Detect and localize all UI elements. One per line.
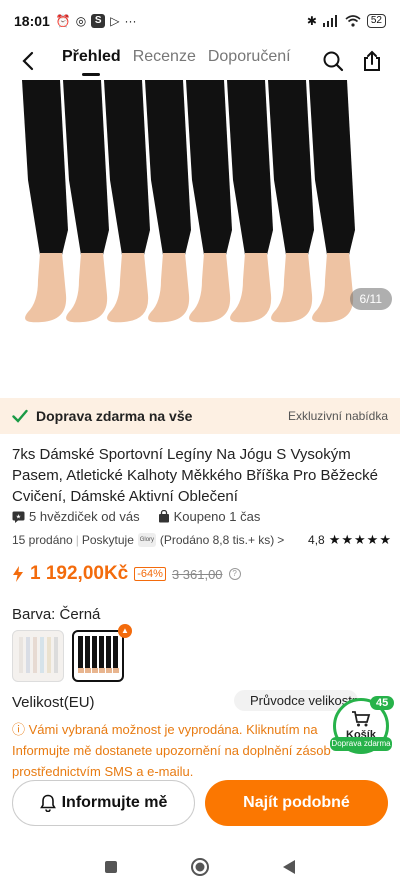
current-price: 1 192,00Kč <box>30 563 129 584</box>
discount-badge: -64% <box>134 567 166 581</box>
rating-value: 4,8 <box>308 533 325 547</box>
price-info-icon[interactable]: ? <box>228 568 241 580</box>
free-shipping-banner[interactable]: Doprava zdarma na vše Exkluzivní nabídka <box>0 398 400 434</box>
cart-free-shipping-label: Doprava zdarma <box>330 737 392 751</box>
price-row: 1 192,00Kč -64% 3 361,00 ? <box>12 563 241 585</box>
notify-me-label: Informujte mě <box>61 794 168 811</box>
product-nav-bar: Přehled Recenze Doporučení <box>0 42 400 80</box>
s-app-icon: S <box>91 14 106 28</box>
image-counter: 6/11 <box>349 288 392 310</box>
tab-prehled[interactable]: Přehled <box>56 42 127 80</box>
tab-recenze[interactable]: Recenze <box>127 42 202 80</box>
product-image[interactable] <box>0 80 400 392</box>
color-label: Barva: Černá <box>12 606 101 623</box>
bottom-action-bar: Informujte mě Najít podobné <box>0 780 400 836</box>
svg-text:★: ★ <box>16 513 21 520</box>
cart-icon <box>352 711 371 727</box>
share-icon[interactable] <box>362 50 382 72</box>
bought-text: Koupeno 1 čas <box>173 509 261 524</box>
divider: | <box>75 533 79 547</box>
back-arrow-icon <box>22 51 34 71</box>
size-label: Velikost(EU) <box>12 694 95 711</box>
play-icon: ▷ <box>110 14 120 28</box>
signal-icon <box>322 15 337 27</box>
bag-icon <box>158 510 169 523</box>
hot-flame-icon: ▲ <box>118 624 132 638</box>
out-of-stock-notice: ⓘ Vámi vybraná možnost je vyprodána. Kli… <box>12 722 331 779</box>
sold-count: 15 prodáno <box>12 533 73 547</box>
cart-count-badge: 45 <box>370 696 395 710</box>
section-tabs: Přehled Recenze Doporučení <box>56 42 297 80</box>
recents-icon[interactable] <box>104 860 118 874</box>
back-nav-icon[interactable] <box>282 859 296 875</box>
status-time: 18:01 <box>14 13 50 29</box>
review-stat[interactable]: ★ 5 hvězdiček od vás <box>12 509 140 524</box>
color-swatch-black[interactable] <box>72 630 124 682</box>
vpn-icon: ◎ <box>75 14 87 28</box>
more-dots-icon: ··· <box>124 14 137 28</box>
exclusive-offer-label: Exkluzivní nabídka <box>287 409 388 423</box>
chevron-right-icon[interactable]: > <box>277 533 284 547</box>
home-icon[interactable] <box>190 857 210 877</box>
lightning-icon <box>13 566 23 582</box>
status-bar: 18:01 ⏰ ◎ S ▷ ··· ✱ 52 <box>0 0 400 42</box>
provider-label: Poskytuje <box>81 533 134 547</box>
shipping-label: Doprava zdarma na vše <box>36 408 193 424</box>
rating-stars: ★★★★★ <box>328 532 392 547</box>
bought-stat: Koupeno 1 čas <box>158 509 261 524</box>
search-icon[interactable] <box>322 50 344 72</box>
back-button[interactable] <box>0 42 56 80</box>
product-title: 7ks Dámské Sportovní Legíny Na Jógu S Vy… <box>12 446 378 505</box>
tab-doporuceni[interactable]: Doporučení <box>202 42 297 80</box>
review-icon: ★ <box>12 511 25 523</box>
reviews-text: 5 hvězdiček od vás <box>29 509 140 524</box>
seller-sold[interactable]: (Prodáno 8,8 tis.+ ks) <box>160 533 274 547</box>
system-nav-bar <box>0 844 400 889</box>
check-icon <box>12 409 28 423</box>
battery-icon: 52 <box>366 14 386 28</box>
notify-me-button[interactable]: Informujte mě <box>12 780 195 826</box>
leggings-photo <box>0 80 400 392</box>
seller-logo[interactable]: Glory <box>137 533 156 547</box>
swatch-thumbnail <box>78 636 119 673</box>
swatch-thumbnail <box>19 637 58 673</box>
bell-icon <box>39 794 56 812</box>
rating-block[interactable]: 4,8 ★★★★★ <box>308 532 392 548</box>
color-swatch-mixed[interactable] <box>12 630 64 682</box>
wifi-icon <box>345 15 361 27</box>
bluetooth-icon: ✱ <box>306 14 317 28</box>
alarm-icon: ⏰ <box>55 14 71 28</box>
original-price: 3 361,00 <box>171 566 223 582</box>
find-similar-button[interactable]: Najít podobné <box>205 780 388 826</box>
